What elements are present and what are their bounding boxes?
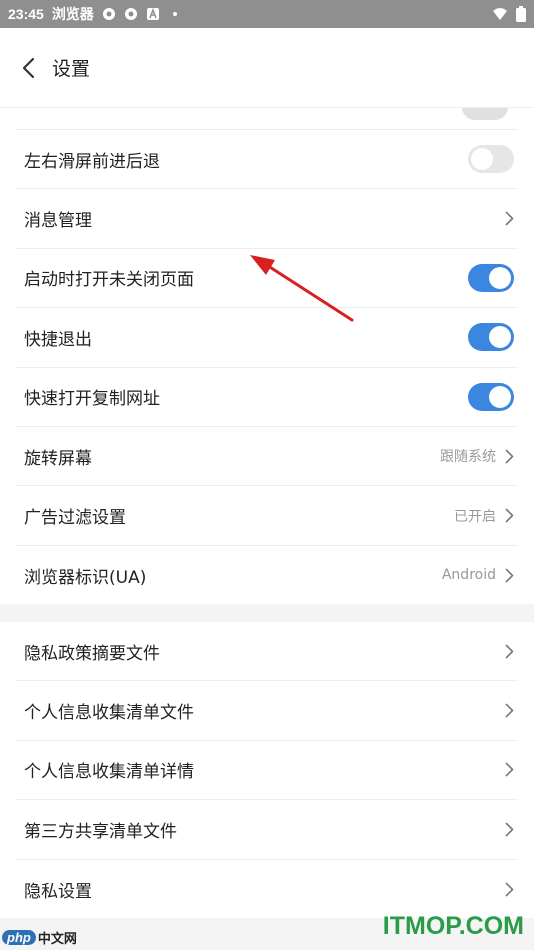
chevron-right-icon xyxy=(505,644,513,658)
chevron-right-icon xyxy=(504,508,514,524)
battery-icon xyxy=(516,6,526,22)
setting-row[interactable]: 个人信息收集清单文件 xyxy=(16,681,518,741)
settings-list-general: 左右滑屏前进后退 消息管理启动时打开未关闭页面 快捷退出快速打开复制网址 旋转屏幕 跟随… xyxy=(16,130,518,605)
partial-setting-row xyxy=(16,108,518,130)
record-icon xyxy=(124,8,137,20)
setting-row[interactable]: 隐私政策摘要文件 xyxy=(16,622,518,682)
chevron-right-icon xyxy=(504,448,514,464)
app-header: 设置 xyxy=(0,28,534,108)
section-divider xyxy=(0,604,534,622)
setting-row[interactable]: 启动时打开未关闭页面 xyxy=(16,249,518,309)
chevron-left-icon xyxy=(22,57,35,78)
chevron-right-icon xyxy=(504,643,514,659)
setting-label: 隐私设置 xyxy=(24,881,92,902)
page-title: 设置 xyxy=(52,58,91,80)
setting-label: 启动时打开未关闭页面 xyxy=(24,270,194,291)
setting-label: 个人信息收集清单详情 xyxy=(24,762,194,783)
settings-list-privacy: 隐私政策摘要文件个人信息收集清单文件 个人信息收集清单详情 第三方共享清单文件 隐私设… xyxy=(16,622,518,919)
a-icon xyxy=(146,7,159,20)
record-icon xyxy=(102,8,115,20)
setting-row[interactable]: 隐私设置 xyxy=(16,860,518,919)
setting-label: 浏览器标识(UA) xyxy=(24,567,147,588)
setting-label: 快捷退出 xyxy=(24,329,92,350)
setting-row[interactable]: 左右滑屏前进后退 xyxy=(16,130,518,190)
setting-label: 个人信息收集清单文件 xyxy=(24,703,194,724)
status-right xyxy=(492,6,526,22)
setting-label: 旋转屏幕 xyxy=(24,448,92,469)
setting-row[interactable]: 第三方共享清单文件 xyxy=(16,800,518,860)
setting-value: 已开启 xyxy=(454,508,496,525)
php-watermark: php 中文网 xyxy=(2,928,77,947)
toggle-knob xyxy=(489,326,511,349)
php-watermark-text: 中文网 xyxy=(37,932,77,947)
status-time: 23:45 xyxy=(8,6,44,22)
setting-row[interactable]: 旋转屏幕 跟随系统 xyxy=(16,427,518,487)
chevron-right-icon xyxy=(505,822,513,837)
chevron-right-icon xyxy=(505,449,513,463)
chevron-right-icon xyxy=(504,881,514,897)
toggle-knob xyxy=(471,148,493,171)
dot-icon xyxy=(172,12,177,16)
chevron-right-icon xyxy=(505,703,513,718)
partial-toggle[interactable] xyxy=(462,108,508,120)
chevron-right-icon xyxy=(505,882,513,897)
toggle-switch[interactable] xyxy=(468,263,514,292)
chevron-right-icon xyxy=(504,211,514,227)
chevron-right-icon xyxy=(504,762,514,778)
setting-label: 广告过滤设置 xyxy=(24,508,126,529)
toggle-switch[interactable] xyxy=(468,145,514,174)
setting-value: Android xyxy=(441,567,496,584)
setting-row[interactable]: 广告过滤设置 已开启 xyxy=(16,486,518,546)
setting-label: 快速打开复制网址 xyxy=(24,389,160,410)
status-left: 23:45 浏览器 xyxy=(8,4,182,24)
setting-value: 跟随系统 xyxy=(440,449,496,466)
setting-row[interactable]: 快捷退出 xyxy=(16,308,518,368)
chevron-right-icon xyxy=(505,763,513,777)
toggle-switch[interactable] xyxy=(468,323,514,352)
wifi-icon xyxy=(493,8,507,20)
setting-label: 隐私政策摘要文件 xyxy=(24,643,160,664)
back-button[interactable] xyxy=(18,56,38,80)
chevron-right-icon xyxy=(504,567,514,583)
setting-row[interactable]: 消息管理 xyxy=(16,189,518,249)
status-bar: 23:45 浏览器 xyxy=(0,0,534,28)
status-app-name: 浏览器 xyxy=(51,7,94,23)
toggle-knob xyxy=(489,266,511,289)
toggle-knob xyxy=(489,385,511,408)
chevron-right-icon xyxy=(505,211,513,226)
chevron-right-icon xyxy=(505,508,513,523)
chevron-right-icon xyxy=(504,703,514,719)
chevron-right-icon xyxy=(505,568,513,583)
setting-label: 消息管理 xyxy=(24,211,92,232)
toggle-switch[interactable] xyxy=(468,382,514,411)
setting-label: 第三方共享清单文件 xyxy=(24,821,177,842)
itmop-watermark: ITMOP.COM xyxy=(382,912,524,940)
setting-label: 左右滑屏前进后退 xyxy=(24,151,160,172)
chevron-right-icon xyxy=(504,821,514,837)
setting-row[interactable]: 浏览器标识(UA) Android xyxy=(16,546,518,605)
setting-row[interactable]: 快速打开复制网址 xyxy=(16,368,518,427)
setting-row[interactable]: 个人信息收集清单详情 xyxy=(16,741,518,801)
php-badge: php xyxy=(2,930,36,945)
